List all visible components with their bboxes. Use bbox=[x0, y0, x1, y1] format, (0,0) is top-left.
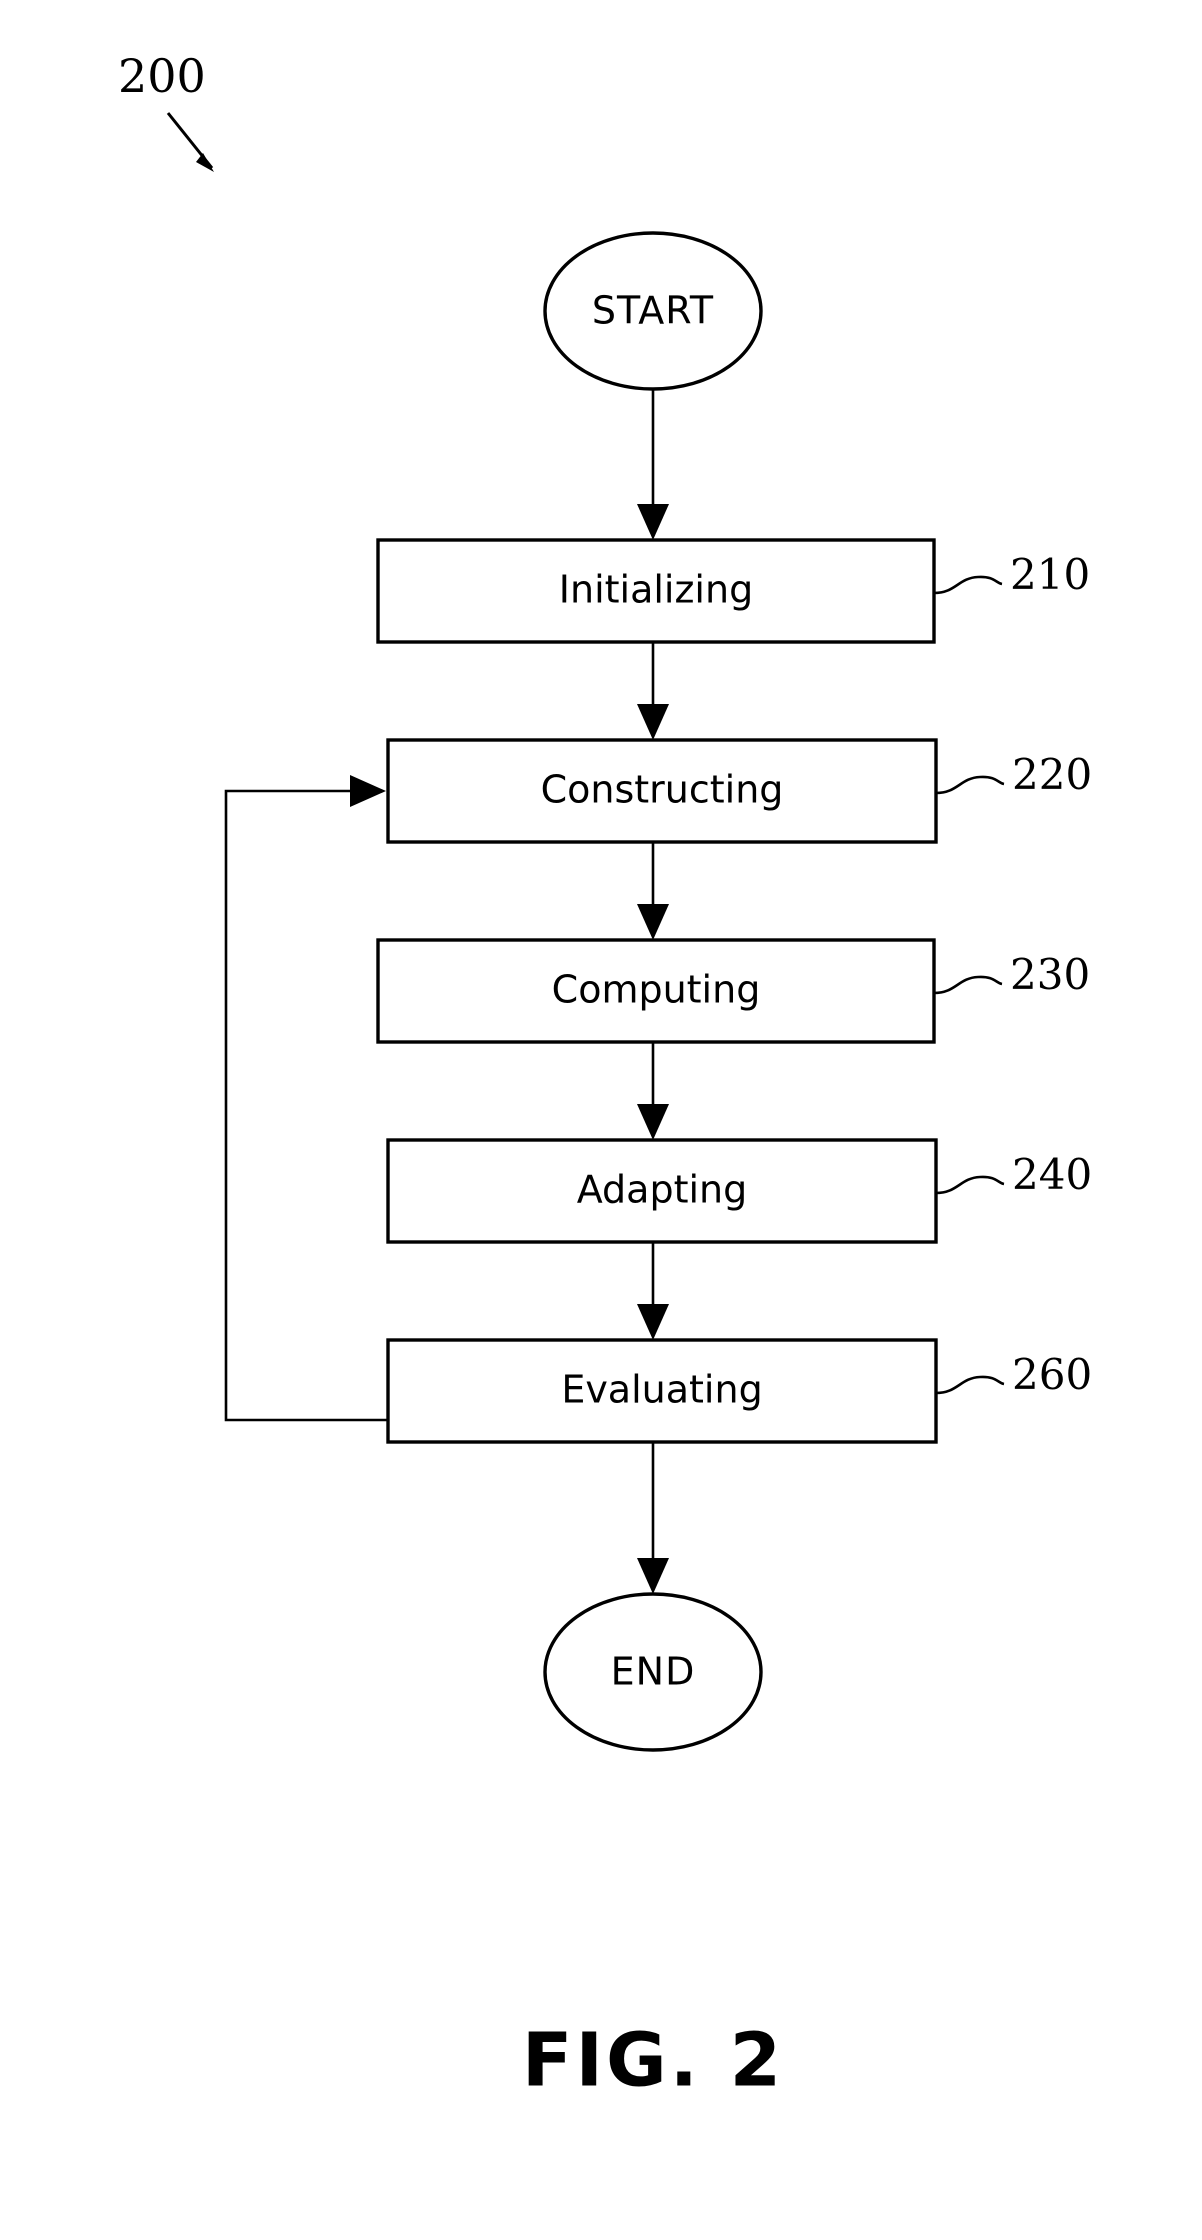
feedback-loop-path bbox=[224, 789, 388, 1422]
patent-figure-page: 200 START Initializing 210 Constructing … bbox=[0, 0, 1202, 2240]
figure-caption: FIG. 2 bbox=[522, 2018, 784, 2104]
constructing-label: Constructing bbox=[541, 768, 784, 812]
adapting-ref-leader bbox=[935, 1175, 1005, 1195]
edge-arrowhead bbox=[637, 904, 669, 940]
evaluating-label: Evaluating bbox=[561, 1368, 762, 1412]
evaluating-ref-260: 260 bbox=[1012, 1350, 1092, 1399]
initializing-ref-210: 210 bbox=[1010, 550, 1090, 599]
edge-arrowhead bbox=[637, 504, 669, 540]
edge-arrowhead bbox=[637, 1304, 669, 1340]
node-initializing: Initializing 210 bbox=[376, 538, 1090, 644]
start-label: START bbox=[592, 289, 714, 333]
node-start: START bbox=[543, 231, 763, 391]
edge-arrowhead bbox=[637, 1558, 669, 1594]
evaluating-ref-leader bbox=[935, 1375, 1005, 1395]
flowchart-figure: 200 START Initializing 210 Constructing … bbox=[118, 49, 1092, 2104]
edge-start-to-initializing bbox=[637, 389, 669, 540]
edge-evaluating-to-constructing-feedback bbox=[224, 775, 388, 1422]
edge-arrowhead bbox=[637, 1104, 669, 1140]
diagram-label-leader-arrowhead bbox=[196, 153, 214, 172]
edge-adapting-to-evaluating bbox=[637, 1242, 669, 1340]
feedback-loop-arrowhead bbox=[350, 775, 386, 807]
adapting-ref-240: 240 bbox=[1012, 1150, 1092, 1199]
constructing-ref-leader bbox=[935, 775, 1005, 795]
edge-evaluating-to-end bbox=[637, 1442, 669, 1594]
constructing-ref-220: 220 bbox=[1012, 750, 1092, 799]
node-constructing: Constructing 220 bbox=[386, 738, 1092, 844]
adapting-label: Adapting bbox=[577, 1168, 748, 1212]
edge-constructing-to-computing bbox=[637, 842, 669, 940]
initializing-label: Initializing bbox=[559, 568, 753, 612]
edge-initializing-to-constructing bbox=[637, 642, 669, 740]
node-adapting: Adapting 240 bbox=[386, 1138, 1092, 1244]
end-label: END bbox=[611, 1650, 696, 1694]
edge-computing-to-adapting bbox=[637, 1042, 669, 1140]
edge-arrowhead bbox=[637, 704, 669, 740]
computing-ref-230: 230 bbox=[1010, 950, 1090, 999]
diagram-label-group: 200 bbox=[118, 49, 214, 172]
computing-label: Computing bbox=[552, 968, 761, 1012]
node-end: END bbox=[543, 1592, 763, 1752]
node-computing: Computing 230 bbox=[376, 938, 1090, 1044]
diagram-label-200: 200 bbox=[118, 49, 206, 103]
computing-ref-leader bbox=[933, 975, 1003, 995]
node-evaluating: Evaluating 260 bbox=[386, 1338, 1092, 1444]
initializing-ref-leader bbox=[933, 575, 1003, 595]
